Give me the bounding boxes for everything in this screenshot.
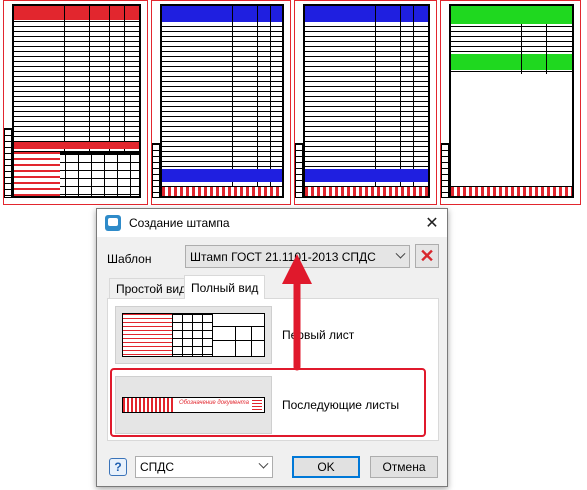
first-sheet-option[interactable]: Первый лист bbox=[115, 303, 418, 367]
delete-x-icon: ✕ bbox=[419, 245, 435, 266]
ok-button[interactable]: OK bbox=[292, 456, 360, 478]
drawing-sheet-third bbox=[294, 0, 437, 205]
help-button[interactable]: ? bbox=[109, 458, 127, 476]
title-bar: Создание штампа ✕ bbox=[97, 209, 447, 237]
dialog-title: Создание штампа bbox=[129, 216, 230, 230]
tab-full-view[interactable]: Полный вид bbox=[184, 275, 266, 299]
chevron-down-icon bbox=[395, 248, 406, 259]
delete-template-button[interactable]: ✕ bbox=[415, 244, 439, 268]
chevron-down-icon bbox=[258, 458, 269, 469]
cancel-button-label: Отмена bbox=[382, 460, 426, 474]
highlight-frame bbox=[110, 368, 426, 437]
standard-select-value: СПДС bbox=[140, 460, 175, 474]
app-icon bbox=[105, 215, 121, 231]
first-sheet-label: Первый лист bbox=[282, 328, 355, 342]
drawing-sheet-fourth bbox=[440, 0, 581, 205]
drawing-sheet-second bbox=[151, 0, 291, 205]
template-label: Шаблон bbox=[107, 252, 152, 266]
standard-select[interactable]: СПДС bbox=[135, 456, 273, 478]
template-select[interactable]: Штамп ГОСТ 21.1101-2013 СПДС bbox=[185, 245, 410, 268]
full-view-panel: Первый лист Обозначение документа Послед… bbox=[107, 298, 439, 441]
ok-button-label: OK bbox=[317, 460, 335, 474]
tab-simple-view[interactable]: Простой вид bbox=[109, 278, 194, 299]
cancel-button[interactable]: Отмена bbox=[370, 456, 438, 478]
first-sheet-thumbnail[interactable] bbox=[115, 306, 272, 364]
close-icon[interactable]: ✕ bbox=[417, 209, 447, 237]
help-icon: ? bbox=[114, 460, 122, 474]
drawing-sheet-first bbox=[3, 0, 148, 205]
tab-simple-view-label: Простой вид bbox=[116, 282, 187, 296]
tab-full-view-label: Полный вид bbox=[191, 280, 259, 295]
create-stamp-dialog: Создание штампа ✕ Шаблон Штамп ГОСТ 21.1… bbox=[96, 208, 448, 487]
template-select-value: Штамп ГОСТ 21.1101-2013 СПДС bbox=[190, 249, 376, 264]
